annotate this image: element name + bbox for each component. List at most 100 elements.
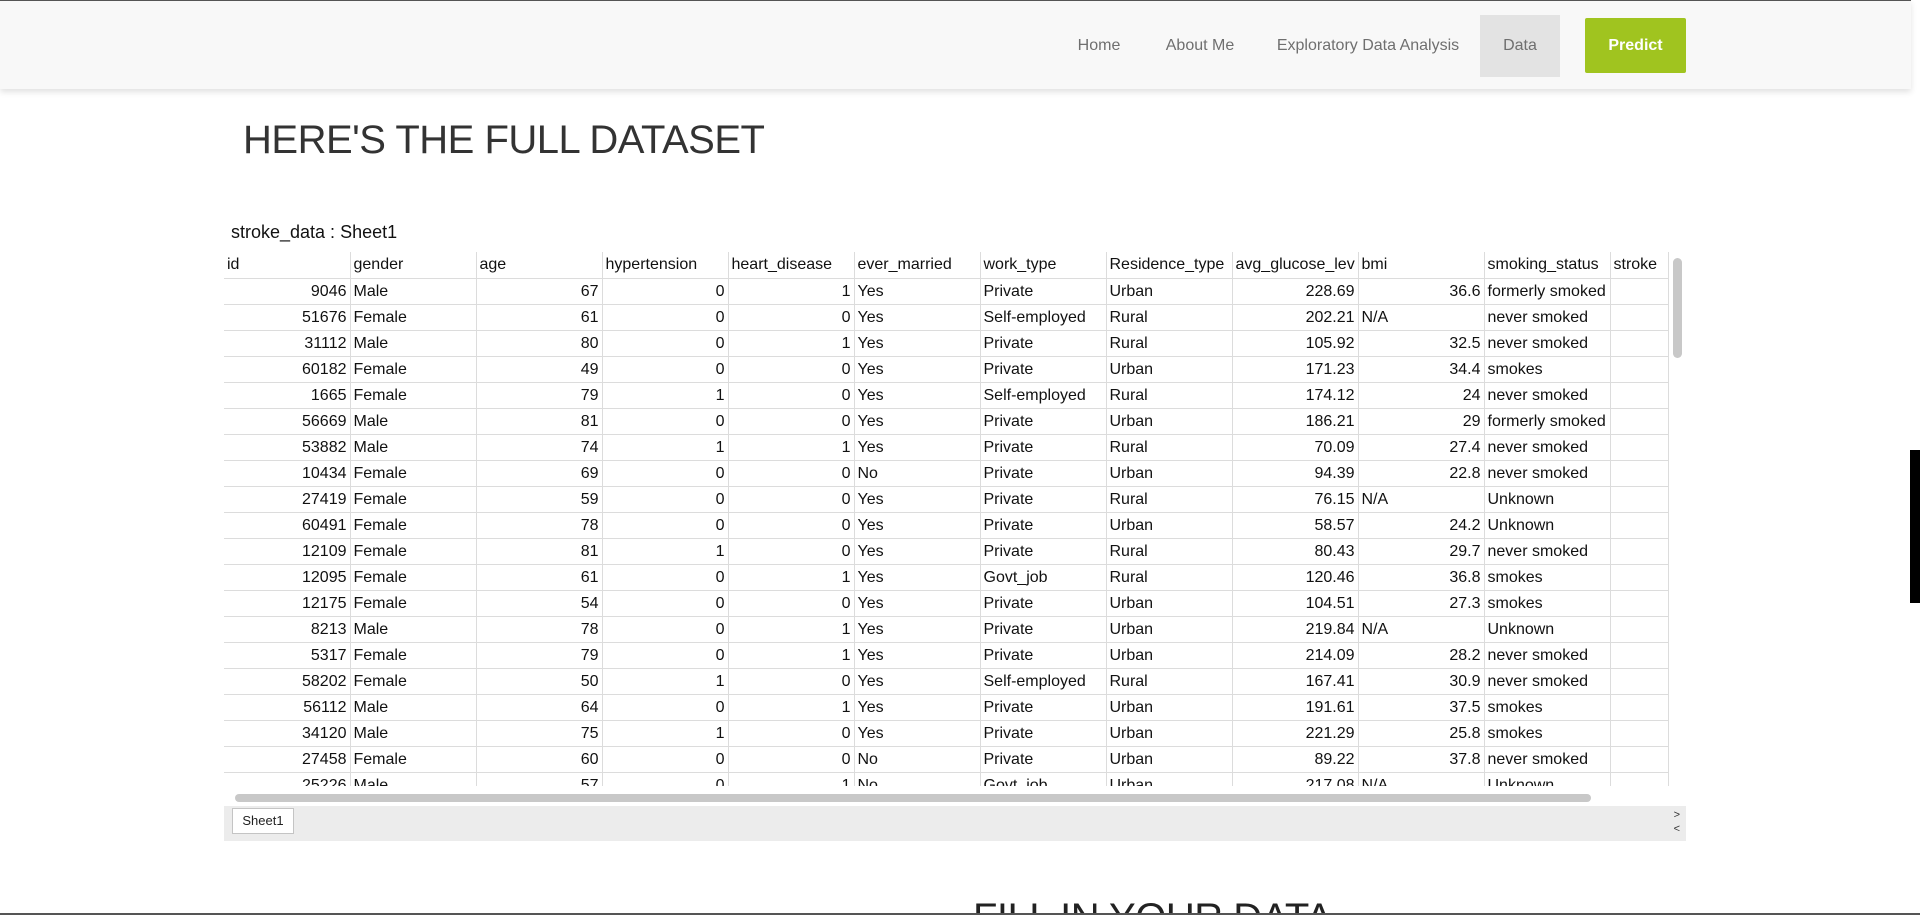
table-cell[interactable]: 0 xyxy=(602,460,729,487)
table-cell[interactable]: Private xyxy=(980,642,1107,669)
table-cell[interactable]: 36.8 xyxy=(1358,564,1485,591)
table-cell[interactable]: Rural xyxy=(1106,486,1233,513)
table-cell[interactable]: 0 xyxy=(728,746,855,773)
table-cell[interactable] xyxy=(1610,382,1669,409)
table-cell[interactable]: smokes xyxy=(1484,564,1611,591)
table-cell[interactable]: formerly smoked xyxy=(1484,278,1611,305)
table-cell[interactable] xyxy=(1610,668,1669,695)
table-cell[interactable]: Female xyxy=(350,746,477,773)
table-cell[interactable]: Urban xyxy=(1106,694,1233,721)
table-cell[interactable]: Private xyxy=(980,278,1107,305)
table-cell[interactable]: Private xyxy=(980,590,1107,617)
table-cell[interactable]: 120.46 xyxy=(1232,564,1359,591)
column-header[interactable]: heart_disease xyxy=(728,252,855,279)
table-cell[interactable]: 67 xyxy=(476,278,603,305)
table-cell[interactable]: N/A xyxy=(1358,304,1485,331)
table-cell[interactable]: 1 xyxy=(728,694,855,721)
table-cell[interactable]: 37.8 xyxy=(1358,746,1485,773)
table-cell[interactable]: 0 xyxy=(602,408,729,435)
table-cell[interactable]: Male xyxy=(350,330,477,357)
table-cell[interactable]: 78 xyxy=(476,616,603,643)
table-cell[interactable]: N/A xyxy=(1358,486,1485,513)
column-header[interactable]: work_type xyxy=(980,252,1107,279)
table-cell[interactable]: never smoked xyxy=(1484,304,1611,331)
table-cell[interactable]: 28.2 xyxy=(1358,642,1485,669)
sheet-tab[interactable]: Sheet1 xyxy=(232,808,294,834)
table-cell[interactable]: 167.41 xyxy=(1232,668,1359,695)
table-cell[interactable]: 1 xyxy=(728,642,855,669)
table-cell[interactable]: 10434 xyxy=(224,460,351,487)
column-header[interactable]: ever_married xyxy=(854,252,981,279)
table-cell[interactable]: 58.57 xyxy=(1232,512,1359,539)
table-cell[interactable] xyxy=(1610,590,1669,617)
table-cell[interactable]: smokes xyxy=(1484,720,1611,747)
table-cell[interactable]: Private xyxy=(980,460,1107,487)
table-cell[interactable]: Private xyxy=(980,694,1107,721)
side-feedback-tab[interactable] xyxy=(1910,450,1920,603)
table-cell[interactable]: 22.8 xyxy=(1358,460,1485,487)
table-cell[interactable]: 36.6 xyxy=(1358,278,1485,305)
table-cell[interactable]: 80.43 xyxy=(1232,538,1359,565)
horizontal-scrollbar[interactable] xyxy=(235,794,1591,802)
table-cell[interactable]: Yes xyxy=(854,590,981,617)
table-cell[interactable]: Urban xyxy=(1106,408,1233,435)
next-sheet-arrow-icon[interactable]: > xyxy=(1674,810,1680,821)
table-cell[interactable]: 171.23 xyxy=(1232,356,1359,383)
table-cell[interactable]: 1 xyxy=(728,330,855,357)
table-cell[interactable]: Private xyxy=(980,616,1107,643)
table-cell[interactable]: Urban xyxy=(1106,460,1233,487)
table-cell[interactable] xyxy=(1610,642,1669,669)
table-cell[interactable]: 186.21 xyxy=(1232,408,1359,435)
table-cell[interactable]: 0 xyxy=(728,512,855,539)
table-cell[interactable]: 0 xyxy=(602,772,729,786)
table-cell[interactable] xyxy=(1610,304,1669,331)
table-cell[interactable]: 60491 xyxy=(224,512,351,539)
table-cell[interactable]: Female xyxy=(350,538,477,565)
table-cell[interactable]: 58202 xyxy=(224,668,351,695)
table-cell[interactable]: N/A xyxy=(1358,616,1485,643)
table-cell[interactable]: Rural xyxy=(1106,330,1233,357)
table-cell[interactable]: 57 xyxy=(476,772,603,786)
table-cell[interactable]: 60182 xyxy=(224,356,351,383)
table-cell[interactable]: No xyxy=(854,772,981,786)
column-header[interactable]: gender xyxy=(350,252,477,279)
table-cell[interactable] xyxy=(1610,512,1669,539)
column-header[interactable]: hypertension xyxy=(602,252,729,279)
table-cell[interactable]: 69 xyxy=(476,460,603,487)
table-cell[interactable]: Urban xyxy=(1106,590,1233,617)
table-cell[interactable]: formerly smoked xyxy=(1484,408,1611,435)
table-cell[interactable]: Yes xyxy=(854,512,981,539)
table-cell[interactable]: 31112 xyxy=(224,330,351,357)
table-cell[interactable]: 1 xyxy=(602,538,729,565)
table-cell[interactable]: 0 xyxy=(602,694,729,721)
table-cell[interactable]: Urban xyxy=(1106,746,1233,773)
table-cell[interactable]: 0 xyxy=(602,564,729,591)
table-cell[interactable]: Rural xyxy=(1106,382,1233,409)
table-cell[interactable] xyxy=(1610,746,1669,773)
table-cell[interactable]: smokes xyxy=(1484,590,1611,617)
table-cell[interactable]: Yes xyxy=(854,278,981,305)
table-cell[interactable]: 81 xyxy=(476,538,603,565)
table-cell[interactable]: never smoked xyxy=(1484,538,1611,565)
table-cell[interactable] xyxy=(1610,616,1669,643)
table-cell[interactable]: Yes xyxy=(854,694,981,721)
table-cell[interactable]: 32.5 xyxy=(1358,330,1485,357)
table-cell[interactable]: Yes xyxy=(854,564,981,591)
table-cell[interactable]: 0 xyxy=(602,746,729,773)
table-cell[interactable]: No xyxy=(854,746,981,773)
table-cell[interactable]: No xyxy=(854,460,981,487)
table-cell[interactable]: Yes xyxy=(854,304,981,331)
table-cell[interactable]: 214.09 xyxy=(1232,642,1359,669)
table-cell[interactable]: 0 xyxy=(602,486,729,513)
table-cell[interactable]: Yes xyxy=(854,668,981,695)
column-header[interactable]: id xyxy=(224,252,351,279)
table-cell[interactable]: 24 xyxy=(1358,382,1485,409)
spreadsheet-grid[interactable]: id gender age hypertension heart_disease ever… xyxy=(224,252,1686,786)
table-cell[interactable]: 60 xyxy=(476,746,603,773)
table-cell[interactable]: Urban xyxy=(1106,772,1233,786)
table-cell[interactable] xyxy=(1610,564,1669,591)
column-header[interactable]: bmi xyxy=(1358,252,1485,279)
table-cell[interactable]: 202.21 xyxy=(1232,304,1359,331)
table-cell[interactable]: 29 xyxy=(1358,408,1485,435)
table-cell[interactable]: never smoked xyxy=(1484,746,1611,773)
